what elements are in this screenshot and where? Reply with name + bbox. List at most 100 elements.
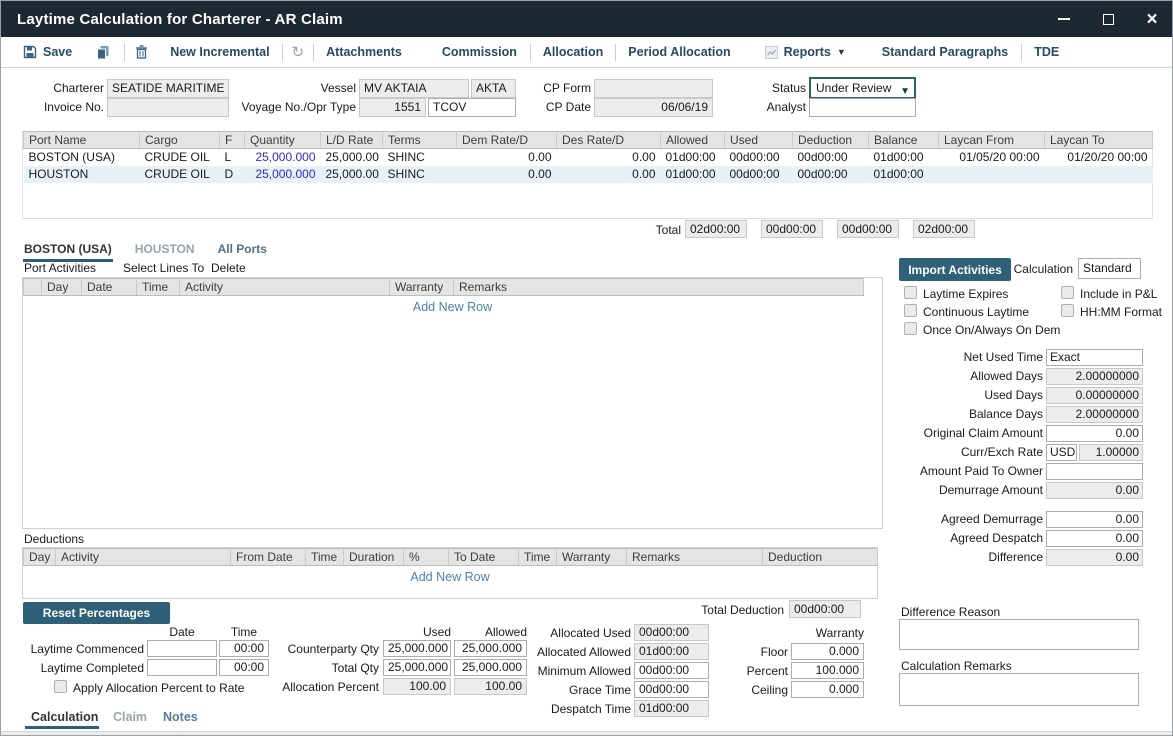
hhmm-format-label: HH:MM Format	[1080, 305, 1162, 320]
standard-paragraphs-button[interactable]: Standard Paragraphs	[882, 45, 1008, 59]
allocated-allowed-field: 01d00:00	[634, 643, 709, 660]
tab-notes[interactable]: Notes	[163, 710, 198, 724]
maximize-icon	[1103, 14, 1114, 25]
delete-button[interactable]	[135, 45, 148, 59]
ceiling-field[interactable]: 0.000	[791, 681, 864, 698]
continuous-laytime-checkbox[interactable]	[904, 304, 917, 317]
calculation-method-field[interactable]: Standard	[1078, 258, 1141, 279]
col-date: Date	[82, 279, 137, 296]
grace-time-field[interactable]: 00d00:00	[634, 681, 709, 698]
cp-form-field	[594, 79, 713, 98]
period-allocation-button[interactable]: Period Allocation	[628, 45, 730, 59]
col-warranty: Warranty	[557, 549, 627, 566]
delete-lines-button[interactable]: Delete	[211, 261, 246, 276]
allowed-days-label: Allowed Days	[899, 368, 1043, 385]
refresh-icon: ↻	[292, 45, 305, 60]
commenced-date-field[interactable]	[147, 640, 217, 657]
agreed-fields: Agreed Demurrage 0.00 Agreed Despatch 0.…	[899, 511, 1143, 566]
analyst-field[interactable]	[809, 98, 916, 117]
close-button[interactable]: ×	[1130, 1, 1173, 37]
total-qty-used-field[interactable]: 25,000.000	[383, 659, 451, 676]
deductions-label: Deductions	[24, 532, 84, 546]
laytime-expires-checkbox[interactable]	[904, 286, 917, 299]
difference-field: 0.00	[1046, 549, 1143, 566]
apply-allocation-checkbox[interactable]	[54, 680, 67, 693]
minimum-allowed-label: Minimum Allowed	[491, 664, 631, 679]
status-dropdown[interactable]: Under Review ▼	[809, 77, 916, 99]
include-in-pl-checkbox[interactable]	[1061, 286, 1074, 299]
currency-field[interactable]: USD	[1046, 444, 1077, 461]
maximize-button[interactable]	[1086, 1, 1130, 37]
used-days-field: 0.00000000	[1046, 387, 1143, 404]
port-row-houston[interactable]: HOUSTON CRUDE OIL D 25,000.000 25,000.00…	[24, 166, 1153, 183]
col-quantity: Quantity	[245, 132, 321, 149]
new-incremental-button[interactable]: New Incremental	[170, 45, 269, 59]
used-column-header: Used	[383, 625, 451, 640]
port-row-boston[interactable]: BOSTON (USA) CRUDE OIL L 25,000.000 25,0…	[24, 149, 1153, 166]
allocated-used-field: 00d00:00	[634, 624, 709, 641]
allocated-used-label: Allocated Used	[491, 626, 631, 641]
active-tab-underline	[25, 726, 99, 729]
minimum-allowed-field[interactable]: 00d00:00	[634, 662, 709, 679]
completed-date-field[interactable]	[147, 659, 217, 676]
calculation-remarks-textarea[interactable]	[899, 673, 1139, 706]
difference-reason-label: Difference Reason	[901, 605, 1000, 620]
copy-button[interactable]	[96, 45, 110, 60]
quantity-link[interactable]: 25,000.000	[245, 149, 321, 166]
col-balance: Balance	[869, 132, 939, 149]
refresh-button[interactable]: ↻	[292, 45, 305, 60]
port-activities-label: Port Activities	[24, 261, 96, 276]
calculation-fields: Net Used Time Exact Allowed Days 2.00000…	[899, 349, 1143, 499]
tab-calculation[interactable]: Calculation	[31, 710, 98, 724]
toolbar-separator	[282, 44, 283, 61]
allocation-button[interactable]: Allocation	[543, 45, 603, 59]
minimize-button[interactable]	[1042, 1, 1086, 37]
col-deduction: Deduction	[763, 549, 878, 566]
difference-reason-textarea[interactable]	[899, 619, 1139, 650]
amount-paid-field[interactable]	[1046, 463, 1143, 480]
once-on-dem-checkbox[interactable]	[904, 322, 917, 335]
analyst-label: Analyst	[716, 100, 806, 115]
add-new-row-link[interactable]: Add New Row	[23, 300, 882, 314]
tde-button[interactable]: TDE	[1034, 45, 1059, 59]
once-on-dem-label: Once On/Always On Dem	[923, 323, 1060, 338]
reports-menu[interactable]: Reports ▼	[765, 45, 846, 59]
col-time: Time	[306, 549, 344, 566]
net-used-time-field[interactable]: Exact	[1046, 349, 1143, 366]
quantity-link[interactable]: 25,000.000	[245, 166, 321, 183]
tab-claim[interactable]: Claim	[113, 710, 147, 724]
demurrage-amount-label: Demurrage Amount	[899, 482, 1043, 499]
original-claim-field[interactable]: 0.00	[1046, 425, 1143, 442]
calculation-remarks-label: Calculation Remarks	[901, 659, 1012, 674]
col-warranty: Warranty	[390, 279, 454, 296]
counterparty-used-field[interactable]: 25,000.000	[383, 640, 451, 657]
agreed-despatch-field[interactable]: 0.00	[1046, 530, 1143, 547]
bottom-tabs: Calculation Claim Notes	[1, 706, 1173, 731]
col-time2: Time	[519, 549, 557, 566]
commission-button[interactable]: Commission	[442, 45, 517, 59]
hhmm-format-checkbox[interactable]	[1061, 304, 1074, 317]
tab-all-ports[interactable]: All Ports	[217, 240, 268, 259]
toolbar-separator	[615, 44, 616, 61]
save-button[interactable]: Save	[23, 45, 72, 59]
demurrage-amount-field: 0.00	[1046, 482, 1143, 499]
total-allowed: 02d00:00	[685, 220, 747, 238]
col-to-date: To Date	[449, 549, 519, 566]
percent-field[interactable]: 100.000	[791, 662, 864, 679]
col-duration: Duration	[344, 549, 404, 566]
tab-houston[interactable]: HOUSTON	[134, 240, 196, 259]
agreed-demurrage-field[interactable]: 0.00	[1046, 511, 1143, 528]
total-deduction: 00d00:00	[837, 220, 899, 238]
col-select	[24, 279, 42, 296]
vessel-label: Vessel	[241, 81, 356, 96]
voyage-label: Voyage No./Opr Type	[241, 100, 356, 115]
floor-field[interactable]: 0.000	[791, 643, 864, 660]
add-new-row-link[interactable]: Add New Row	[23, 570, 877, 584]
total-deduction-field: 00d00:00	[789, 600, 861, 618]
toolbar: Save New Incremental ↻ Attachments Commi…	[1, 37, 1173, 68]
tab-boston[interactable]: BOSTON (USA)	[23, 240, 113, 262]
attachments-button[interactable]: Attachments	[326, 45, 402, 59]
col-laycan-to: Laycan To	[1045, 132, 1153, 149]
reset-percentages-button[interactable]: Reset Percentages	[23, 602, 170, 624]
toolbar-separator	[530, 44, 531, 61]
